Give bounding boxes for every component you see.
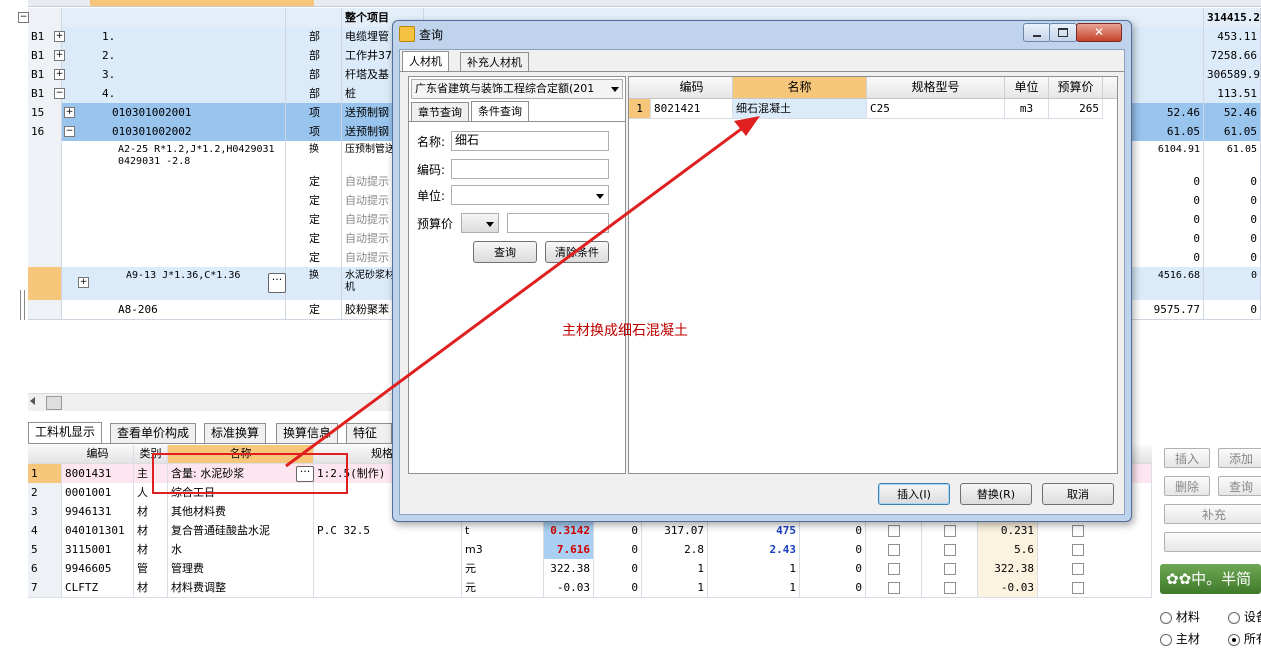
annotation-arrow bbox=[285, 116, 760, 468]
arrow-line bbox=[285, 122, 749, 468]
